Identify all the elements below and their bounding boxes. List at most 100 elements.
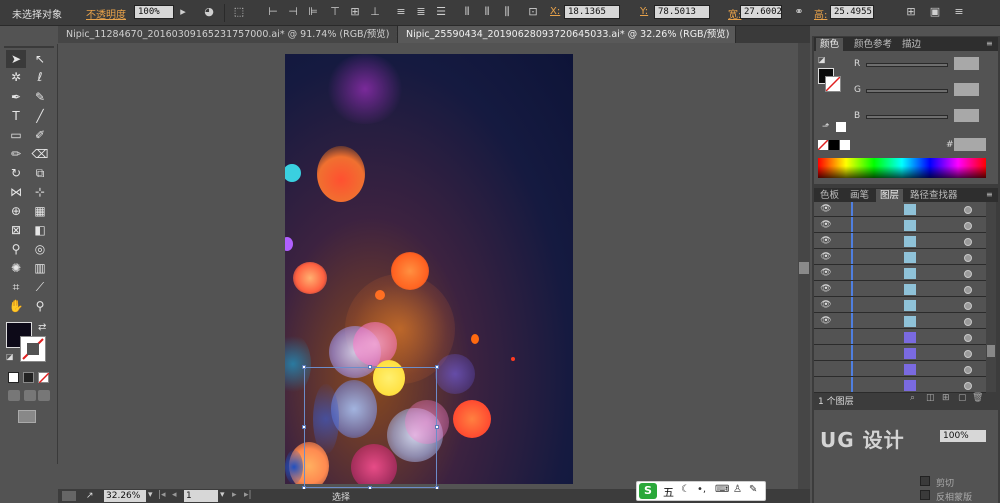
reference-point-icon[interactable]: ⊡ <box>526 5 540 19</box>
g-value-field[interactable] <box>954 83 979 96</box>
visibility-eye-icon[interactable]: 👁 <box>820 268 832 278</box>
direct-selection-tool-icon[interactable]: ↖ <box>30 50 50 68</box>
visibility-eye-icon[interactable]: 👁 <box>820 316 832 326</box>
skin-icon[interactable]: ♙ <box>733 484 742 495</box>
color-spectrum[interactable] <box>818 158 986 178</box>
x-field[interactable]: 18.1365 <box>564 5 620 19</box>
g-slider[interactable] <box>866 89 948 93</box>
opacity-label[interactable]: 不透明度 <box>86 6 126 21</box>
opacity-field[interactable]: 100% <box>940 430 986 442</box>
symbol-sprayer-icon[interactable]: ✺ <box>6 259 26 277</box>
tab-layers[interactable]: 图层 <box>876 189 904 202</box>
panel-menu-icon[interactable]: ≡ <box>986 190 993 199</box>
width-tool-icon[interactable]: ⋈ <box>6 183 26 201</box>
resize-handle[interactable] <box>302 365 306 369</box>
draw-behind-icon[interactable] <box>24 390 36 401</box>
blend-tool-icon[interactable]: ◎ <box>30 240 50 258</box>
none-swatch[interactable] <box>817 139 829 151</box>
clip-checkbox[interactable] <box>920 476 930 486</box>
distribute-left-icon[interactable]: ⫴ <box>460 5 474 19</box>
resize-handle[interactable] <box>302 425 306 429</box>
selection-tool-icon[interactable]: ➤ <box>6 50 26 68</box>
layer-row[interactable]: 👁 <box>814 282 986 297</box>
close-icon[interactable]: × <box>735 29 736 40</box>
tab-color-guide[interactable]: 颜色参考 <box>850 38 896 51</box>
gradient-mode-icon[interactable] <box>23 372 34 383</box>
dropdown-arrow-icon[interactable]: ▸ <box>176 5 190 19</box>
b-value-field[interactable] <box>954 109 979 122</box>
invert-mask-checkbox[interactable] <box>920 490 930 500</box>
new-layer-icon[interactable]: ▢ <box>958 393 967 403</box>
visibility-eye-icon[interactable]: 👁 <box>820 300 832 310</box>
stroke-swatch[interactable] <box>825 76 841 92</box>
recolor-icon[interactable]: ◕ <box>202 5 216 19</box>
ime-logo-icon[interactable]: S <box>639 483 657 499</box>
page-field[interactable]: 1 <box>184 490 218 502</box>
shape-builder-icon[interactable]: ⊕ <box>6 202 26 220</box>
none-mode-icon[interactable] <box>38 372 50 384</box>
target-circle-icon[interactable] <box>964 206 972 214</box>
magic-wand-icon[interactable]: ✲ <box>6 68 26 86</box>
align-selection-icon[interactable]: ⬚ <box>232 5 246 19</box>
ime-mode[interactable]: 五 <box>663 484 674 500</box>
target-circle-icon[interactable] <box>964 222 972 230</box>
first-page-icon[interactable]: |◂ <box>158 490 166 500</box>
visibility-eye-icon[interactable]: 👁 <box>820 236 832 246</box>
default-colors-icon[interactable]: ◪ <box>6 352 14 361</box>
document-tab-2[interactable]: Nipic_25590434_20190628093720645033.ai* … <box>398 26 736 43</box>
align-hcenter-icon[interactable]: ⊣ <box>286 5 300 19</box>
distribute-vcenter-icon[interactable]: ≣ <box>414 5 428 19</box>
prev-page-icon[interactable]: ◂ <box>172 490 177 500</box>
free-transform-icon[interactable]: ⊹ <box>30 183 50 201</box>
visibility-eye-icon[interactable]: 👁 <box>820 284 832 294</box>
white-swatch[interactable] <box>840 140 850 150</box>
align-left-icon[interactable]: ⊢ <box>266 5 280 19</box>
align-bottom-icon[interactable]: ⊥ <box>368 5 382 19</box>
y-field[interactable]: 78.5013 <box>654 5 710 19</box>
align-top-icon[interactable]: ⊤ <box>328 5 342 19</box>
hex-value-field[interactable] <box>954 138 986 151</box>
target-circle-icon[interactable] <box>964 318 972 326</box>
dropdown-arrow-icon[interactable]: ▾ <box>148 490 153 500</box>
align-right-icon[interactable]: ⊫ <box>306 5 320 19</box>
artboard-tool-icon[interactable]: ⌗ <box>6 278 26 296</box>
align-vcenter-icon[interactable]: ⊞ <box>348 5 362 19</box>
delete-icon[interactable]: 🗑 <box>972 393 983 403</box>
zoom-tool-icon[interactable]: ⚲ <box>30 297 50 315</box>
target-circle-icon[interactable] <box>964 286 972 294</box>
r-slider[interactable] <box>866 63 948 67</box>
line-tool-icon[interactable]: ╱ <box>30 107 50 125</box>
transform-icon[interactable]: ⊞ <box>904 5 918 19</box>
distribute-hcenter-icon[interactable]: ⦀ <box>480 5 494 19</box>
distribute-bottom-icon[interactable]: ☰ <box>434 5 448 19</box>
punctuation-icon[interactable]: •, <box>697 484 706 495</box>
resize-handle[interactable] <box>368 365 372 369</box>
screen-mode-icon[interactable] <box>18 410 36 423</box>
scroll-thumb[interactable] <box>799 262 809 274</box>
isolate-icon[interactable]: ▣ <box>928 5 942 19</box>
tab-swatches[interactable]: 色板 <box>816 189 843 202</box>
moon-icon[interactable]: ☾ <box>681 484 690 495</box>
rectangle-tool-icon[interactable]: ▭ <box>6 126 26 144</box>
dropdown-arrow-icon[interactable]: ▾ <box>220 490 225 500</box>
tab-color[interactable]: 颜色 <box>816 38 844 51</box>
visibility-eye-icon[interactable]: 👁 <box>820 220 832 230</box>
mesh-tool-icon[interactable]: ⊠ <box>6 221 26 239</box>
ime-toolbar[interactable]: S 五 ☾ •, ⌨ ♙ ✎ <box>636 481 766 501</box>
keyboard-icon[interactable]: ⌨ <box>715 484 729 495</box>
stroke-swatch[interactable] <box>20 336 46 362</box>
layer-row[interactable]: 👁 <box>814 314 986 329</box>
constrain-proportions-icon[interactable]: ⚭ <box>792 5 806 19</box>
white-swatch[interactable] <box>836 122 846 132</box>
eyedropper-icon[interactable]: ⚲ <box>6 240 26 258</box>
tab-brushes[interactable]: 画笔 <box>846 189 873 202</box>
layer-row[interactable]: 👁 <box>814 298 986 313</box>
locate-object-icon[interactable]: ⌕ <box>910 393 915 403</box>
clipping-mask-icon[interactable]: ◫ <box>926 393 935 403</box>
black-swatch[interactable] <box>829 140 839 150</box>
visibility-eye-icon[interactable]: 👁 <box>820 204 832 214</box>
target-circle-icon[interactable] <box>964 382 972 390</box>
swap-fill-stroke-icon[interactable]: ⇄ <box>38 322 46 333</box>
zoom-field[interactable]: 32.26% <box>104 490 146 502</box>
type-tool-icon[interactable]: T <box>6 107 26 125</box>
